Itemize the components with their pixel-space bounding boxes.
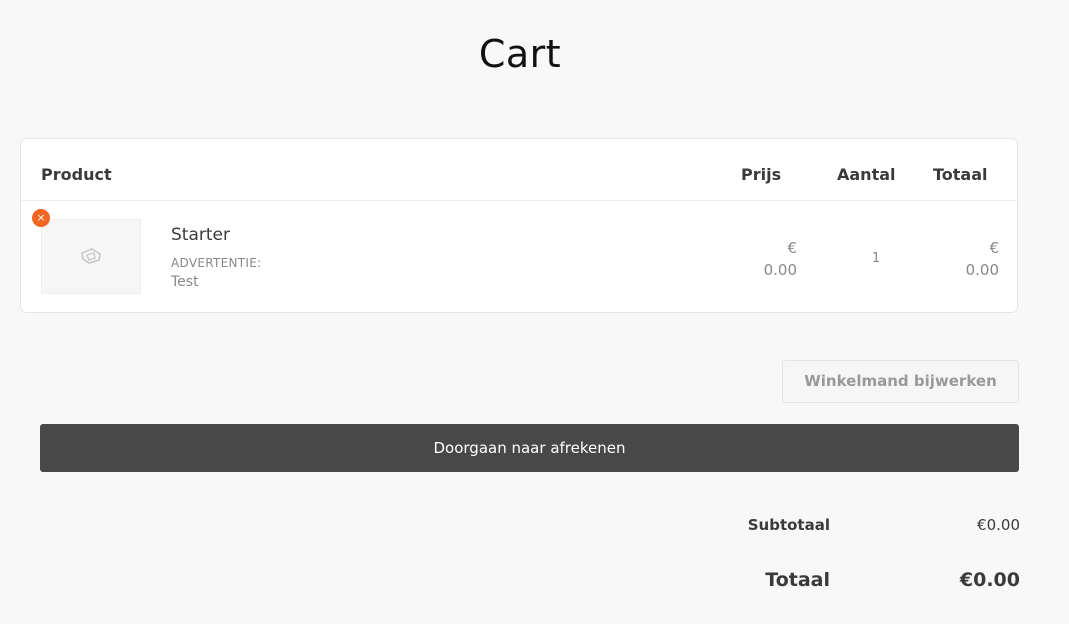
item-price: € 0.00 [727,237,797,281]
total-value: €0.00 [959,569,1020,591]
total-amount: 0.00 [965,261,999,279]
subtotal-value: €0.00 [977,516,1020,534]
page-title: Cart [478,32,562,76]
price-currency: € [787,239,797,257]
header-total: Totaal [933,165,988,184]
item-quantity: 1 [871,251,881,266]
image-placeholder-icon [81,248,101,264]
update-cart-button[interactable]: Winkelmand bijwerken [782,360,1019,403]
header-price: Prijs [741,165,782,184]
cart-table: Product Prijs Aantal Totaal × Starter AD… [20,138,1018,313]
remove-item-button[interactable]: × [32,209,50,227]
total-currency: € [989,239,999,257]
header-product: Product [41,165,112,184]
product-name-link[interactable]: Starter [171,225,230,245]
table-header: Product Prijs Aantal Totaal [21,139,1017,201]
table-row: × Starter ADVERTENTIE: Test € 0.00 1 € 0… [21,201,1017,313]
checkout-button[interactable]: Doorgaan naar afrekenen [40,424,1019,472]
subtotal-label: Subtotaal [747,516,830,534]
price-amount: 0.00 [763,261,797,279]
close-icon: × [36,211,46,224]
product-thumbnail[interactable] [41,219,141,294]
cart-page: Cart Product Prijs Aantal Totaal × Start… [0,0,1069,624]
total-label: Totaal [765,569,830,591]
item-meta-value: Test [171,274,199,290]
header-quantity: Aantal [837,165,896,184]
item-meta-key: ADVERTENTIE: [171,256,262,270]
item-total: € 0.00 [929,237,999,281]
